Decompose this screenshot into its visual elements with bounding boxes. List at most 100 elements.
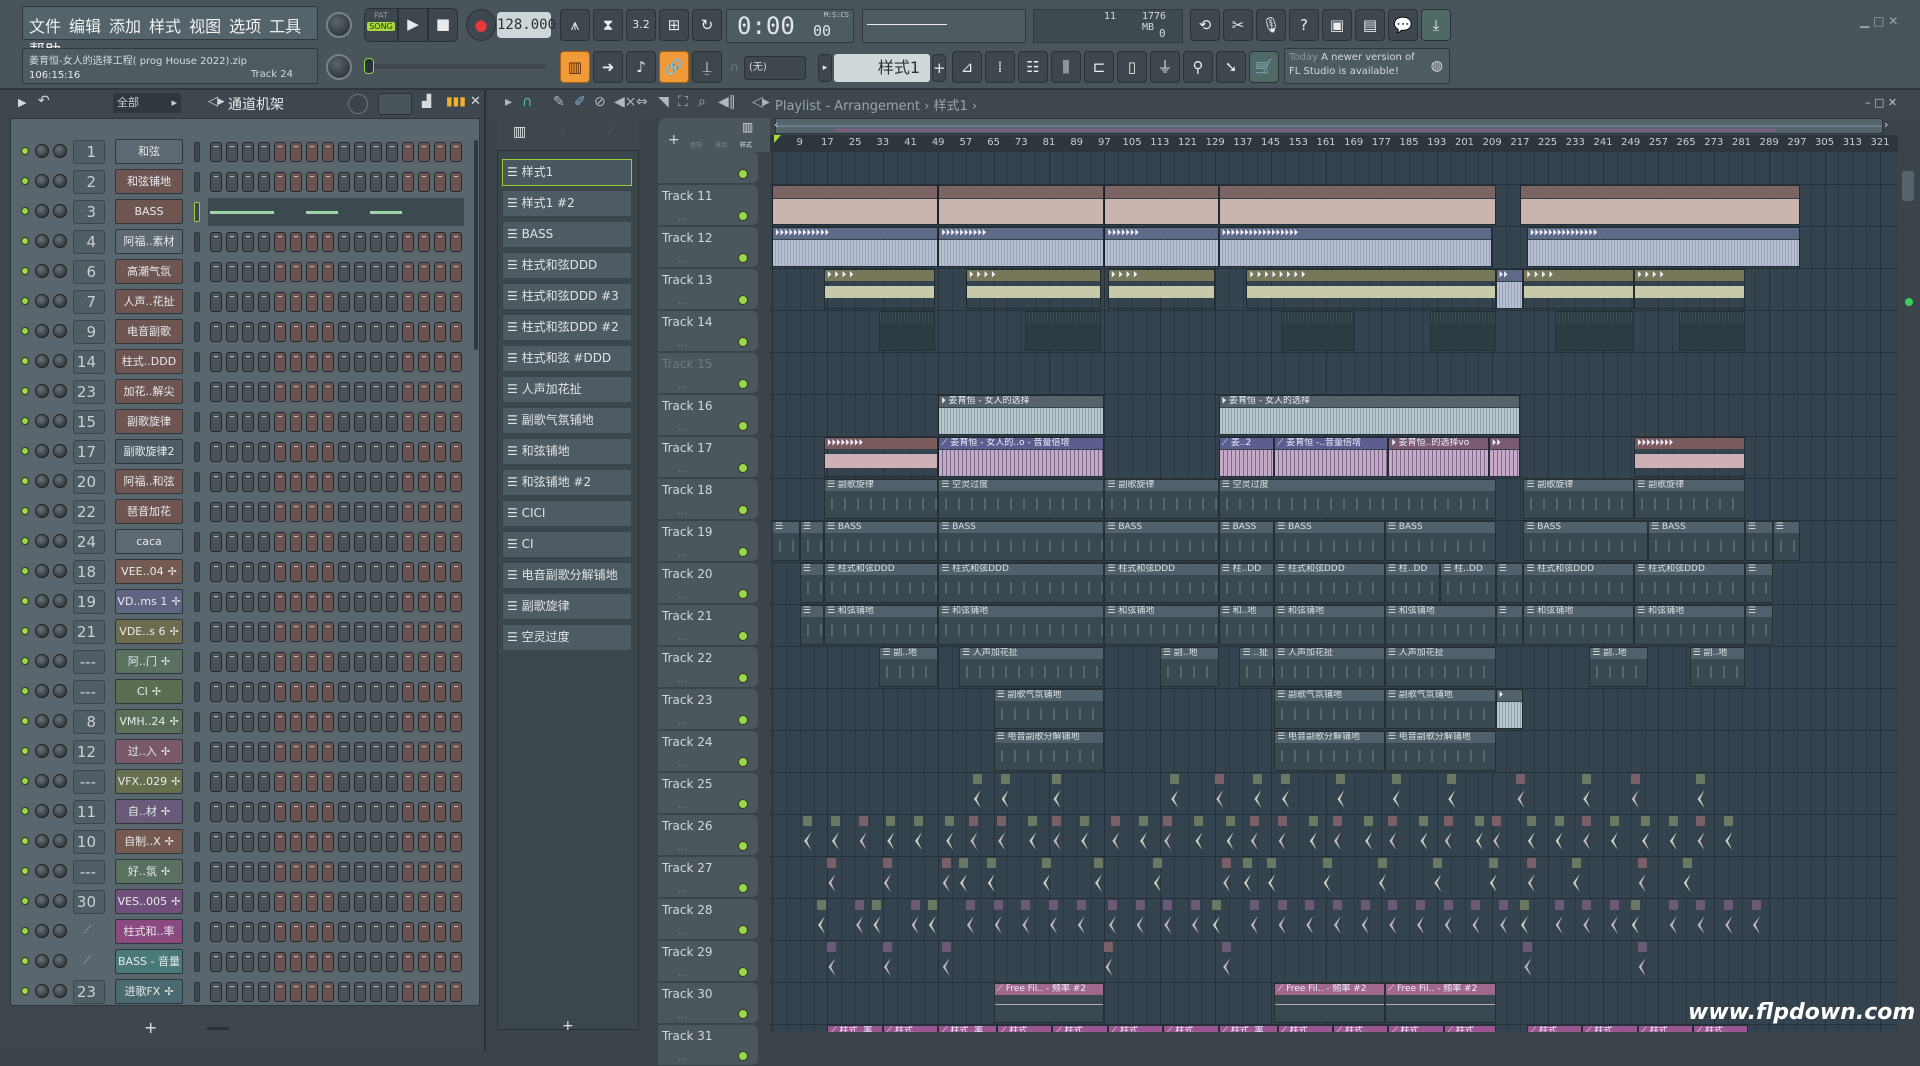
channel-volume-knob[interactable] (53, 354, 67, 368)
one-shot-clip[interactable] (1249, 816, 1259, 856)
step-button[interactable] (242, 532, 254, 552)
track-menu[interactable]: ... (678, 759, 687, 769)
step-button[interactable] (434, 982, 446, 1002)
one-shot-clip[interactable] (913, 816, 923, 856)
track-enable-led[interactable] (738, 631, 748, 641)
step-button[interactable] (386, 172, 398, 192)
channel-mixer-track[interactable]: 30 (73, 890, 105, 914)
track-enable-led[interactable] (738, 463, 748, 473)
step-button[interactable] (386, 652, 398, 672)
rack-undo-icon[interactable]: ↶ (38, 93, 50, 109)
channel-volume-knob[interactable] (53, 624, 67, 638)
step-button[interactable] (226, 382, 238, 402)
channel-pan-knob[interactable] (35, 444, 49, 458)
step-button[interactable] (290, 832, 302, 852)
playlist-clip[interactable]: ☰ 和弦铺地 (1523, 605, 1635, 645)
stop-button[interactable]: ■ (428, 8, 458, 42)
playlist-clip[interactable] (1280, 311, 1354, 351)
pattern-item[interactable]: ☰ 和弦铺地 (502, 438, 632, 465)
channel-filter[interactable]: 全部 ▸ (113, 93, 181, 113)
one-shot-clip[interactable] (1419, 816, 1429, 856)
step-button[interactable] (434, 922, 446, 942)
step-button[interactable] (290, 652, 302, 672)
one-shot-clip[interactable] (1554, 900, 1564, 940)
step-button[interactable] (370, 802, 382, 822)
channel-pan-knob[interactable] (35, 324, 49, 338)
step-button[interactable] (306, 952, 318, 972)
step-button[interactable] (242, 892, 254, 912)
playlist-clip[interactable]: ☰ 和弦铺地 (1634, 605, 1745, 645)
step-button[interactable] (450, 892, 462, 912)
mute-icon[interactable]: ◀× (614, 94, 637, 110)
step-button[interactable] (434, 772, 446, 792)
step-sequencer-icon[interactable]: ⁞ (985, 51, 1015, 83)
channel-mute-led[interactable] (21, 207, 29, 215)
step-button[interactable] (242, 832, 254, 852)
one-shot-clip[interactable] (1516, 774, 1526, 814)
playlist-clip[interactable]: ⏵⏵ (1495, 269, 1524, 309)
step-button[interactable] (450, 622, 462, 642)
channel-volume-knob[interactable] (53, 414, 67, 428)
channel-pan-knob[interactable] (35, 774, 49, 788)
step-button[interactable] (258, 862, 270, 882)
step-button[interactable] (210, 592, 222, 612)
one-shot-clip[interactable] (1523, 942, 1533, 982)
step-button[interactable] (338, 922, 350, 942)
step-button[interactable] (402, 922, 414, 942)
step-button[interactable] (418, 502, 430, 522)
one-shot-clip[interactable] (1139, 816, 1149, 856)
channel-name-button[interactable]: 柱式和..率 (115, 919, 183, 944)
wait-record-icon[interactable]: ⧗ (593, 9, 623, 41)
channel-volume-knob[interactable] (53, 774, 67, 788)
channel-pan-knob[interactable] (35, 954, 49, 968)
one-shot-clip[interactable] (1637, 942, 1647, 982)
shop-icon[interactable]: 🛒 (1249, 51, 1279, 83)
playlist-clip[interactable]: ☰ 空灵过度 (938, 479, 1105, 519)
step-button[interactable] (306, 862, 318, 882)
step-button[interactable] (402, 622, 414, 642)
one-shot-clip[interactable] (882, 942, 892, 982)
step-button[interactable] (226, 412, 238, 432)
step-button[interactable] (242, 652, 254, 672)
one-shot-clip[interactable] (1211, 900, 1221, 940)
one-shot-clip[interactable] (1336, 774, 1346, 814)
step-button[interactable] (258, 292, 270, 312)
channel-volume-knob[interactable] (53, 474, 67, 488)
step-button[interactable] (450, 322, 462, 342)
add-track-button[interactable]: + (668, 132, 680, 148)
channel-mute-led[interactable] (21, 477, 29, 485)
channel-mute-led[interactable] (21, 957, 29, 965)
one-shot-clip[interactable] (1267, 858, 1277, 898)
step-button[interactable] (386, 862, 398, 882)
step-button[interactable] (418, 622, 430, 642)
track-menu[interactable]: ... (678, 507, 687, 517)
step-button[interactable] (354, 532, 366, 552)
track-enable-led[interactable] (738, 379, 748, 389)
playlist-clip[interactable]: ☰ 柱式和弦DDD (1274, 563, 1385, 603)
channel-row[interactable]: ⟋ 柱式和..率 (11, 918, 479, 946)
step-button[interactable] (258, 742, 270, 762)
channel-volume-knob[interactable] (53, 294, 67, 308)
channel-row[interactable]: 11 自..材 ✢ (11, 798, 479, 826)
step-button[interactable] (290, 232, 302, 252)
channel-name-button[interactable]: 进歌FX ✢ (115, 979, 183, 1004)
step-button[interactable] (322, 922, 334, 942)
step-button[interactable] (418, 952, 430, 972)
playlist-clip[interactable]: ☰ 和弦铺地 (1384, 605, 1496, 645)
step-button[interactable] (242, 562, 254, 582)
step-button[interactable] (386, 742, 398, 762)
pattern-item[interactable]: ☰ 柱式和弦DDD #2 (502, 314, 632, 341)
channel-volume-knob[interactable] (53, 594, 67, 608)
step-button[interactable] (434, 262, 446, 282)
track-enable-led[interactable] (738, 169, 748, 179)
channel-pan-knob[interactable] (35, 744, 49, 758)
playlist-clip[interactable]: ☰ 柱..DD (1440, 563, 1496, 603)
step-button[interactable] (418, 472, 430, 492)
step-button[interactable] (322, 652, 334, 672)
one-shot-clip[interactable] (1751, 900, 1761, 940)
step-button[interactable] (274, 592, 286, 612)
channel-name-button[interactable]: VMH..24 ✢ (115, 709, 183, 734)
one-shot-clip[interactable] (1571, 858, 1581, 898)
channel-volume-knob[interactable] (53, 444, 67, 458)
step-button[interactable] (386, 982, 398, 1002)
